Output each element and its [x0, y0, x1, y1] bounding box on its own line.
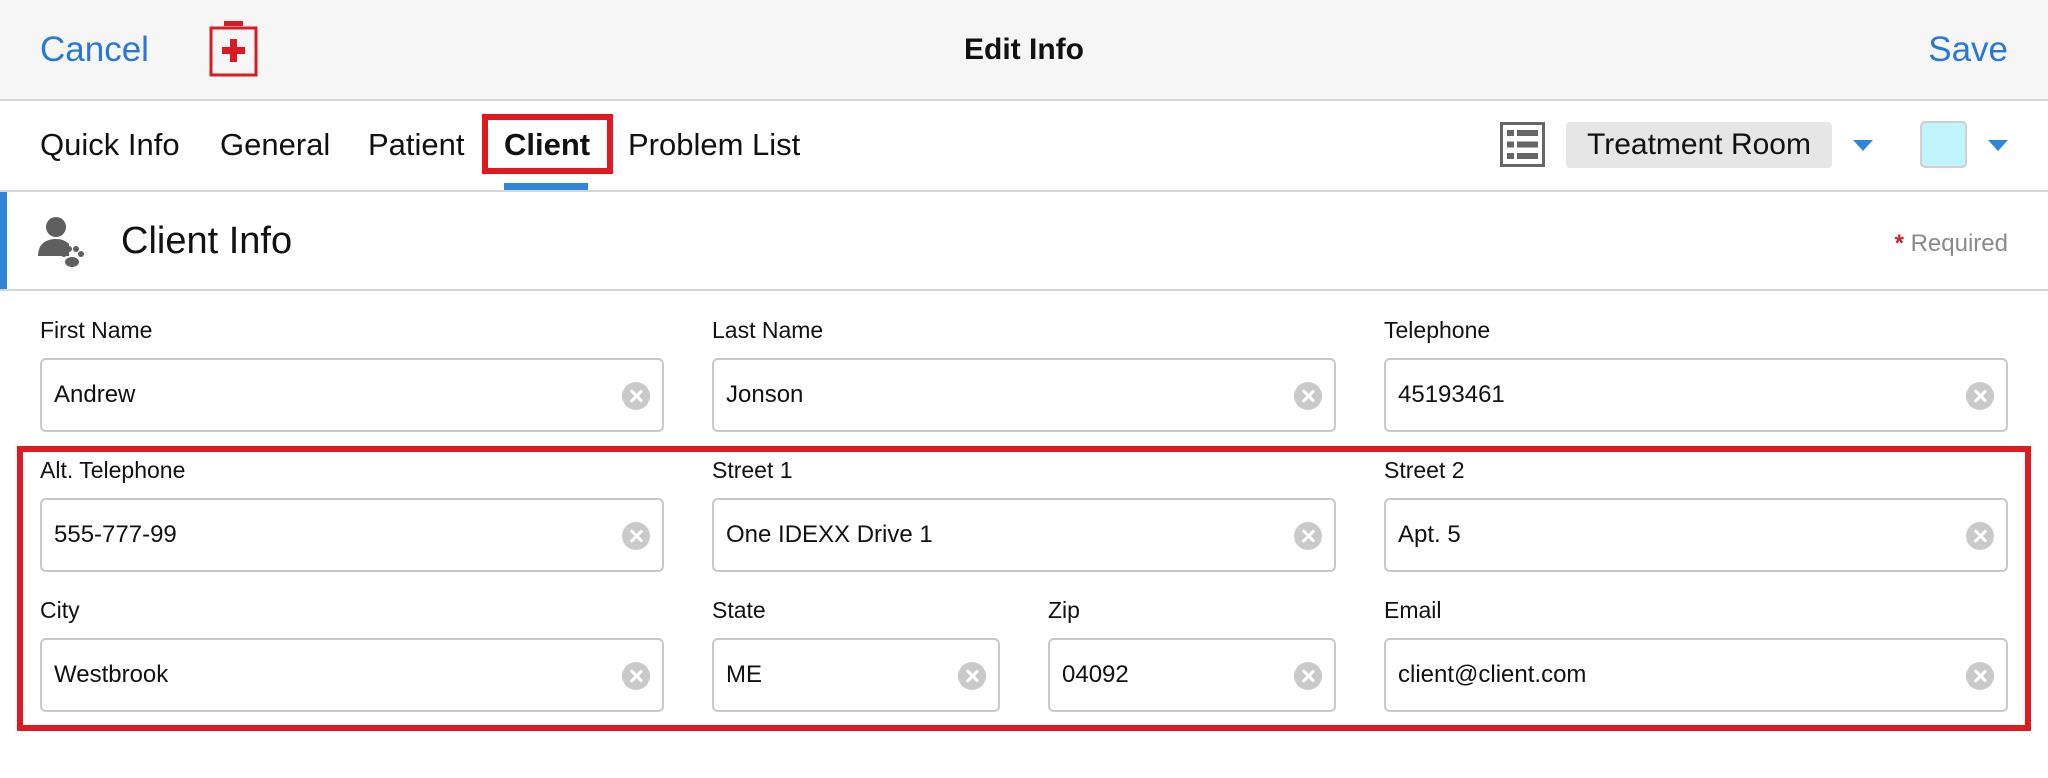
save-button[interactable]: Save: [1928, 28, 2008, 72]
last-name-field: [712, 358, 1336, 432]
tab-quick-info[interactable]: Quick Info: [40, 125, 180, 165]
page-title: Edit Info: [964, 33, 1084, 66]
last-name-label: Last Name: [712, 317, 824, 343]
required-note: * Required: [1895, 229, 2008, 259]
last-name-input[interactable]: [726, 360, 1286, 430]
first-name-field: [40, 358, 664, 432]
client-paw-icon: [38, 217, 84, 267]
required-label: Required: [1910, 230, 2008, 257]
active-tab-indicator: [504, 183, 588, 190]
room-select-value: Treatment Room: [1587, 128, 1811, 161]
top-navbar: Cancel Edit Info Save: [0, 0, 2048, 101]
color-swatch[interactable]: [1920, 121, 1967, 168]
list-icon[interactable]: [1500, 122, 1545, 167]
first-name-label: First Name: [40, 317, 153, 343]
telephone-input[interactable]: [1398, 360, 1958, 430]
room-dropdown-chevron-icon[interactable]: [1853, 140, 1873, 151]
telephone-field: [1384, 358, 2008, 432]
section-accent-bar: [0, 192, 7, 289]
color-dropdown-chevron-icon[interactable]: [1988, 140, 2008, 151]
client-tab-highlight-box: [482, 114, 613, 174]
tab-problem-list[interactable]: Problem List: [628, 125, 800, 165]
address-fields-highlight-box: [17, 446, 2031, 731]
first-name-input[interactable]: [54, 360, 614, 430]
section-header: Client Info * Required: [0, 192, 2048, 291]
telephone-label: Telephone: [1384, 317, 1491, 343]
room-select[interactable]: Treatment Room: [1566, 122, 1832, 168]
first-name-clear-icon[interactable]: [622, 382, 650, 410]
required-star: *: [1894, 230, 1904, 257]
section-title: Client Info: [121, 220, 293, 262]
tab-general[interactable]: General: [220, 125, 330, 165]
tab-patient[interactable]: Patient: [368, 125, 465, 165]
last-name-clear-icon[interactable]: [1294, 382, 1322, 410]
telephone-clear-icon[interactable]: [1966, 382, 1994, 410]
